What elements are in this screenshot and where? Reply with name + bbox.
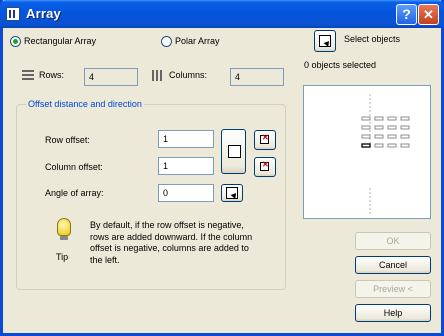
- pick-angle-icon: [226, 187, 238, 199]
- polar-array-label[interactable]: Polar Array: [175, 36, 220, 46]
- array-preview: [303, 85, 431, 219]
- objects-selected-status: 0 objects selected: [304, 60, 377, 70]
- select-objects-icon: [319, 35, 331, 47]
- column-offset-input[interactable]: 1: [158, 157, 214, 175]
- select-objects-label: Select objects: [344, 34, 401, 44]
- ok-button[interactable]: OK: [355, 232, 431, 250]
- tip-text: By default, if the row offset is negativ…: [90, 220, 253, 265]
- pick-row-offset-button[interactable]: [254, 130, 276, 150]
- lightbulb-icon: [57, 218, 71, 236]
- rectangular-array-radio[interactable]: [10, 36, 21, 47]
- close-icon[interactable]: ✕: [418, 4, 439, 25]
- cancel-button[interactable]: Cancel: [355, 256, 431, 274]
- preview-button[interactable]: Preview <: [355, 280, 431, 298]
- tip-label: Tip: [56, 252, 69, 262]
- offset-group-title: Offset distance and direction: [26, 99, 144, 109]
- columns-icon: [152, 70, 164, 81]
- title-bar[interactable]: Array ? ✕: [0, 0, 444, 28]
- pick-angle-button[interactable]: [221, 184, 243, 202]
- polar-array-radio[interactable]: [161, 36, 172, 47]
- pick-column-offset-button[interactable]: [254, 157, 276, 177]
- column-offset-label: Column offset:: [45, 162, 103, 172]
- help-button[interactable]: Help: [355, 304, 431, 322]
- columns-label: Columns:: [169, 70, 208, 80]
- angle-input[interactable]: 0: [158, 184, 214, 202]
- row-offset-label: Row offset:: [45, 135, 90, 145]
- array-app-icon: [6, 7, 20, 21]
- columns-input[interactable]: 4: [230, 68, 284, 86]
- rows-label: Rows:: [39, 70, 65, 80]
- rows-input[interactable]: 4: [84, 68, 138, 86]
- rectangular-array-label[interactable]: Rectangular Array: [24, 36, 96, 46]
- array-preview-graphic: [361, 94, 410, 214]
- pick-both-offsets-icon: [228, 145, 241, 158]
- pick-both-offsets-button[interactable]: [221, 129, 246, 174]
- select-objects-button[interactable]: [314, 30, 336, 52]
- angle-label: Angle of array:: [45, 188, 104, 198]
- help-icon[interactable]: ?: [396, 4, 417, 25]
- pick-column-offset-icon: [260, 160, 269, 171]
- window-title: Array: [26, 6, 61, 21]
- pick-row-offset-icon: [260, 133, 269, 144]
- row-offset-input[interactable]: 1: [158, 130, 214, 148]
- rows-icon: [22, 70, 34, 81]
- lightbulb-base: [60, 236, 68, 240]
